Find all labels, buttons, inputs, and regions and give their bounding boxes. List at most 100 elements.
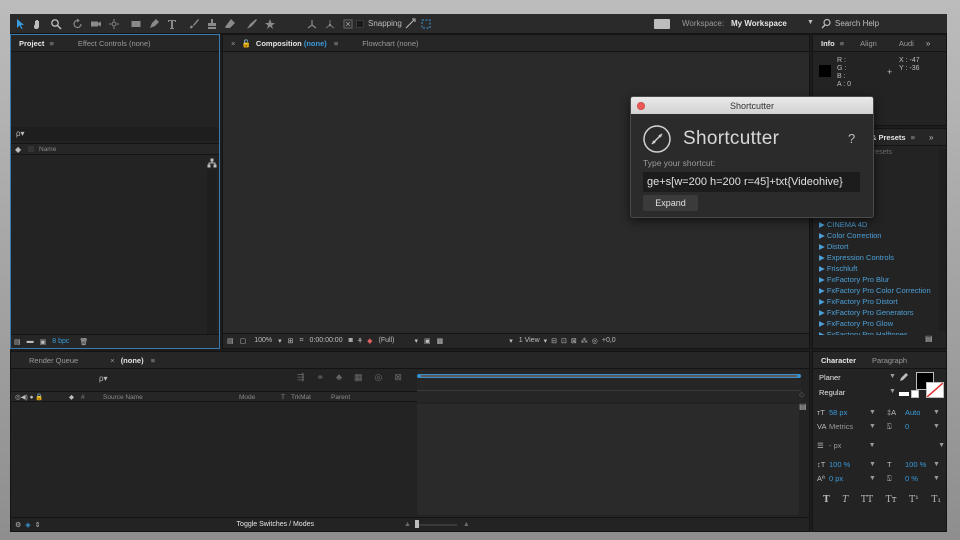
exposure-value[interactable]: +0,0 [602,337,616,344]
workspace-selector[interactable]: My Workspace [731,19,787,28]
dialog-close-button[interactable] [637,102,645,110]
tab-timeline-none[interactable]: × (none) ≡ [102,356,163,365]
effects-scrollbar[interactable] [939,149,946,331]
subscript-button[interactable]: T₁ [931,495,941,505]
brush-tool-icon[interactable] [186,16,202,32]
shortcut-input[interactable]: ge+s[w=200 h=200 r=45]+txt{Videohive} [643,172,860,192]
clone-stamp-tool-icon[interactable] [204,16,220,32]
faux-italic-button[interactable]: T [842,495,848,505]
tab-flowchart[interactable]: Flowchart (none) [354,39,426,48]
small-caps-button[interactable]: Tт [886,495,897,505]
zoom-dropdown[interactable]: 100% [254,337,272,344]
panel-overflow-icon[interactable]: » [926,39,930,48]
eraser-tool-icon[interactable] [222,16,238,32]
flowchart-icon[interactable] [207,158,217,170]
dialog-titlebar[interactable]: Shortcutter [631,97,873,114]
new-bin-icon[interactable]: ▤ [925,334,933,343]
tab-effect-controls[interactable]: Effect Controls (none) [70,39,159,48]
comp-mini-flowchart-icon[interactable]: ⇶ [297,372,305,383]
source-name-column-header[interactable]: Source Name [103,394,143,401]
list-item[interactable]: ▶ Color Correction [813,230,938,241]
view-layout-arrow-icon[interactable]: ▾ [544,337,548,345]
t-column-header[interactable]: T [281,394,285,401]
help-button[interactable]: ? [848,131,855,146]
show-snapshot-icon[interactable]: ⚘ [357,337,363,345]
list-item[interactable]: ▶ FxFactory Pro Generators [813,307,938,318]
close-icon[interactable]: × [231,39,235,48]
stroke-width-arrow-icon[interactable]: ▼ [869,442,938,449]
resolution-dropdown[interactable]: (Full) [379,337,395,344]
timeline-link-icon[interactable]: ⊠ [571,337,577,345]
view-axis-mode-icon[interactable] [340,16,356,32]
tab-project[interactable]: Project ≡ [11,39,62,48]
effects-overflow-icon[interactable]: » [929,133,933,142]
roto-brush-tool-icon[interactable] [244,16,260,32]
new-folder-icon[interactable]: ▬ [27,338,34,345]
search-help-field[interactable]: Search Help [835,19,879,28]
layer-switches-icon[interactable]: ⚙ [15,521,21,529]
channel-icon[interactable]: ◆ [367,337,372,345]
rectangle-tool-icon[interactable] [128,16,144,32]
tab-composition[interactable]: × 🔓 Composition (none) ≡ [223,39,346,48]
tab-info[interactable]: Info ≡ [813,39,852,48]
font-family-dropdown[interactable]: Planer ▼ [819,373,909,382]
frame-blending-icon[interactable]: ▦ [354,372,363,383]
leading-field[interactable]: Auto [905,408,933,417]
expand-button[interactable]: Expand [643,195,698,211]
always-preview-icon[interactable]: ▤ [227,337,234,345]
all-caps-button[interactable]: TT [861,495,873,505]
vertical-scale-field[interactable]: 100 % [829,460,869,469]
timeline-nav-icon[interactable]: ▤ [799,402,807,411]
superscript-button[interactable]: T¹ [909,495,919,505]
selection-tool-icon[interactable] [12,16,28,32]
view-layout-dropdown[interactable]: 1 View [519,337,540,344]
animation-presets-item[interactable]: resets [873,149,892,156]
timeline-search-icon[interactable]: ρ▾ [99,374,108,383]
hand-tool-icon[interactable] [30,16,46,32]
toggle-switches-modes-button[interactable]: Toggle Switches / Modes [237,521,314,528]
type-tool-icon[interactable] [164,16,180,32]
list-item[interactable]: ▶ Frischluft [813,263,938,274]
world-axis-mode-icon[interactable] [322,16,338,32]
list-item[interactable]: ▶ FxFactory Pro Distort [813,296,938,307]
zoom-tool-icon[interactable] [48,16,64,32]
tab-align[interactable]: Align [852,39,885,48]
tsume-arrow-icon[interactable]: ▼ [933,475,940,482]
lock-icon[interactable]: 🔓 [241,39,250,48]
font-style-arrow-icon[interactable]: ▼ [889,388,896,395]
stroke-style-arrow-icon[interactable]: ▼ [938,442,945,449]
tab-audio[interactable]: Audi [891,39,922,48]
list-item[interactable]: ▶ FxFactory Pro Halftones [813,329,938,335]
list-item[interactable]: ▶ FxFactory Pro Blur [813,274,938,285]
zoom-dropdown-arrow-icon[interactable]: ▾ [278,337,282,345]
snapping-checkbox[interactable] [356,20,364,28]
resolution-arrow-icon[interactable]: ▾ [414,337,418,345]
font-size-arrow-icon[interactable]: ▼ [869,409,887,416]
workspace-toggle-icon[interactable] [654,19,670,29]
font-style-dropdown[interactable]: Regular ▼ [819,388,909,397]
draft-3d-icon[interactable]: ⚭ [317,372,325,383]
horizontal-scale-arrow-icon[interactable]: ▼ [933,461,940,468]
tab-render-queue[interactable]: Render Queue [21,356,86,365]
graph-editor-icon[interactable]: ⊠ [394,372,402,383]
vertical-scale-arrow-icon[interactable]: ▼ [869,461,887,468]
pen-tool-icon[interactable] [146,16,162,32]
eyedropper-icon[interactable] [899,371,910,384]
motion-blur-icon[interactable]: ◎ [375,372,383,383]
pan-behind-tool-icon[interactable] [106,16,122,32]
project-scrollbar[interactable] [207,170,217,334]
pixel-aspect-icon[interactable]: ⊟ [551,337,557,345]
timeline-track-area[interactable] [417,404,799,515]
parent-column-header[interactable]: Parent [331,394,350,401]
zoom-in-icon[interactable]: ▲ [463,521,470,528]
project-search-input[interactable]: ρ▾ [11,127,219,141]
trash-icon[interactable]: 🗑 [79,338,88,346]
no-fill-swatch[interactable] [899,392,909,396]
shy-layers-icon[interactable]: ♣ [336,372,342,383]
zoom-slider[interactable] [414,519,457,528]
mask-visibility-icon[interactable]: ⌗ [300,337,304,345]
in-out-icon[interactable]: ⇕ [35,521,41,529]
time-ruler[interactable] [417,370,801,402]
interpret-footage-icon[interactable]: ▤ [14,338,21,346]
tab-character[interactable]: Character [813,356,864,365]
